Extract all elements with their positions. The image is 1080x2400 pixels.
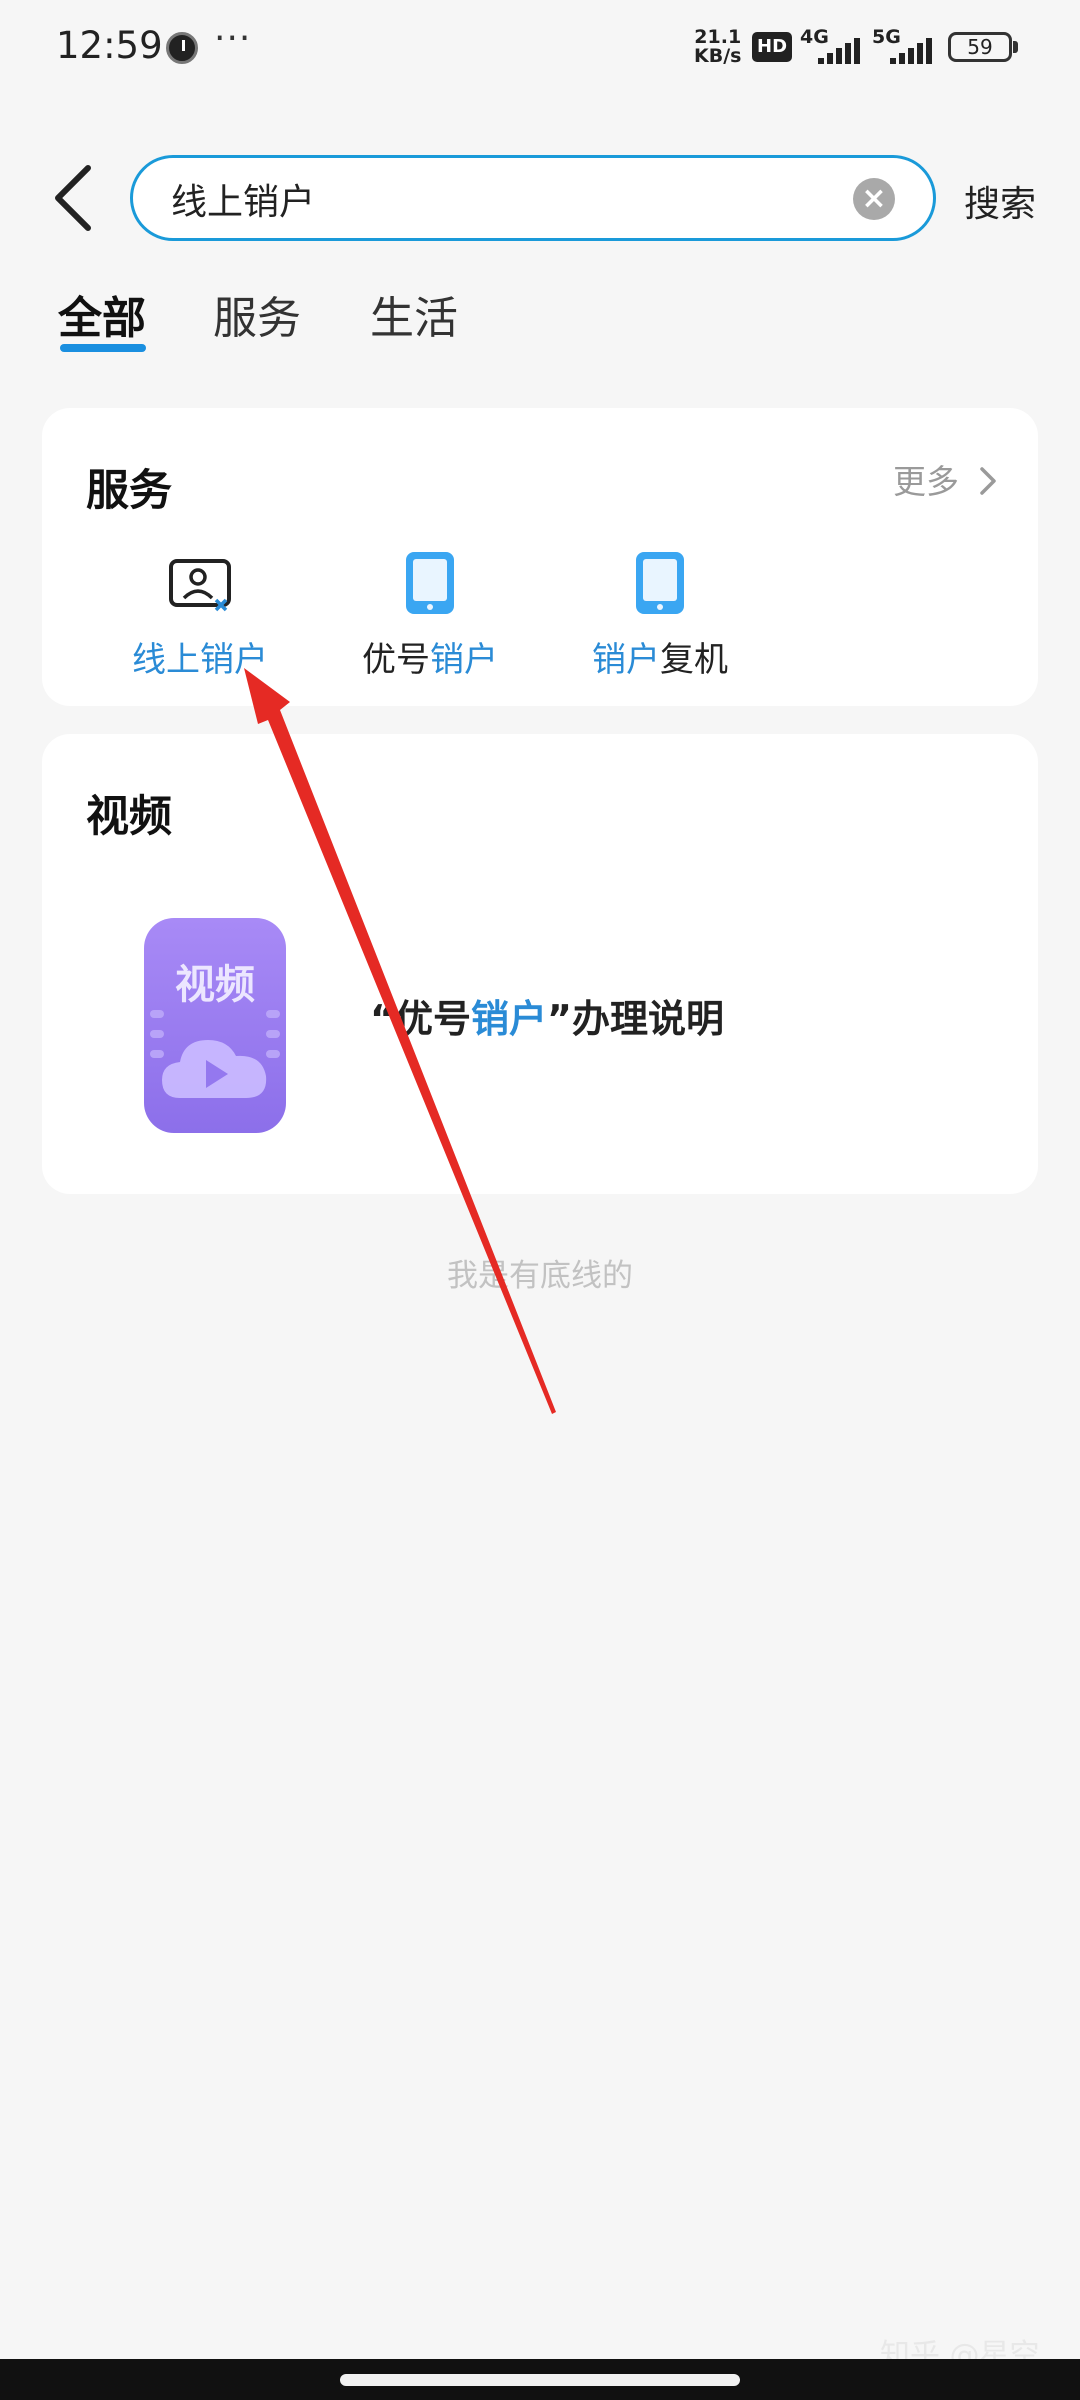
battery-tip <box>1013 41 1018 53</box>
online-cancel-service-icon[interactable] <box>168 558 232 618</box>
phone-icon <box>406 552 454 614</box>
play-cloud-icon <box>150 1010 280 1098</box>
status-time: 12:59 <box>56 24 163 67</box>
title-part: “ <box>370 997 395 1041</box>
tab-all[interactable]: 全部 <box>58 282 146 346</box>
id-card-icon <box>169 559 231 612</box>
clear-icon[interactable]: × <box>853 178 895 220</box>
more-label: 更多 <box>893 462 959 501</box>
tab-services[interactable]: 服务 <box>213 282 301 346</box>
clock-icon <box>166 32 198 64</box>
cancel-restore-service-icon[interactable] <box>634 550 686 620</box>
video-thumbnail[interactable]: 视频 <box>144 918 286 1133</box>
more-notifications-icon: ··· <box>214 18 252 59</box>
end-of-list-note: 我是有底线的 <box>447 1258 633 1294</box>
title-part: ” <box>547 997 572 1041</box>
network-speed-unit: KB/s <box>694 45 742 67</box>
battery-icon: 59 <box>948 32 1012 62</box>
video-item-title[interactable]: “优号销户”办理说明 <box>370 988 724 1043</box>
label-part: 复机 <box>660 640 728 680</box>
service-premium-number-cancel-label[interactable]: 优号销户 <box>362 632 498 681</box>
chevron-left-icon <box>55 165 91 231</box>
chevron-right-icon <box>979 467 996 495</box>
signal-icon-4g <box>814 38 864 64</box>
battery-level: 59 <box>967 35 993 59</box>
back-button[interactable] <box>50 162 100 234</box>
premium-number-cancel-service-icon[interactable] <box>404 550 456 620</box>
network-speed: 21.1 KB/s <box>694 28 741 66</box>
services-card-title: 服务 <box>86 466 172 516</box>
tab-life[interactable]: 生活 <box>370 282 458 346</box>
search-button[interactable]: 搜索 <box>964 175 1036 227</box>
phone-icon <box>636 552 684 614</box>
label-highlight: 销户 <box>430 640 498 680</box>
label-highlight: 销户 <box>592 640 660 680</box>
home-indicator[interactable] <box>340 2374 740 2386</box>
title-part: 办理说明 <box>572 997 725 1041</box>
annotation-arrow <box>244 668 556 1414</box>
hd-badge: HD <box>752 32 793 62</box>
title-part: 优号 <box>394 997 471 1041</box>
active-tab-indicator <box>60 344 146 352</box>
label-part: 优号 <box>362 640 430 680</box>
title-highlight: 销户 <box>471 997 548 1041</box>
label-highlight: 线上销户 <box>132 640 268 680</box>
search-box[interactable]: × <box>130 155 936 241</box>
services-more-link[interactable]: 更多 <box>893 455 1000 503</box>
search-input[interactable] <box>171 174 831 224</box>
signal-icon-5g <box>886 38 936 64</box>
video-card-title: 视频 <box>86 792 172 842</box>
service-cancel-restore-label[interactable]: 销户复机 <box>592 632 728 681</box>
service-online-cancel-label[interactable]: 线上销户 <box>132 632 268 681</box>
